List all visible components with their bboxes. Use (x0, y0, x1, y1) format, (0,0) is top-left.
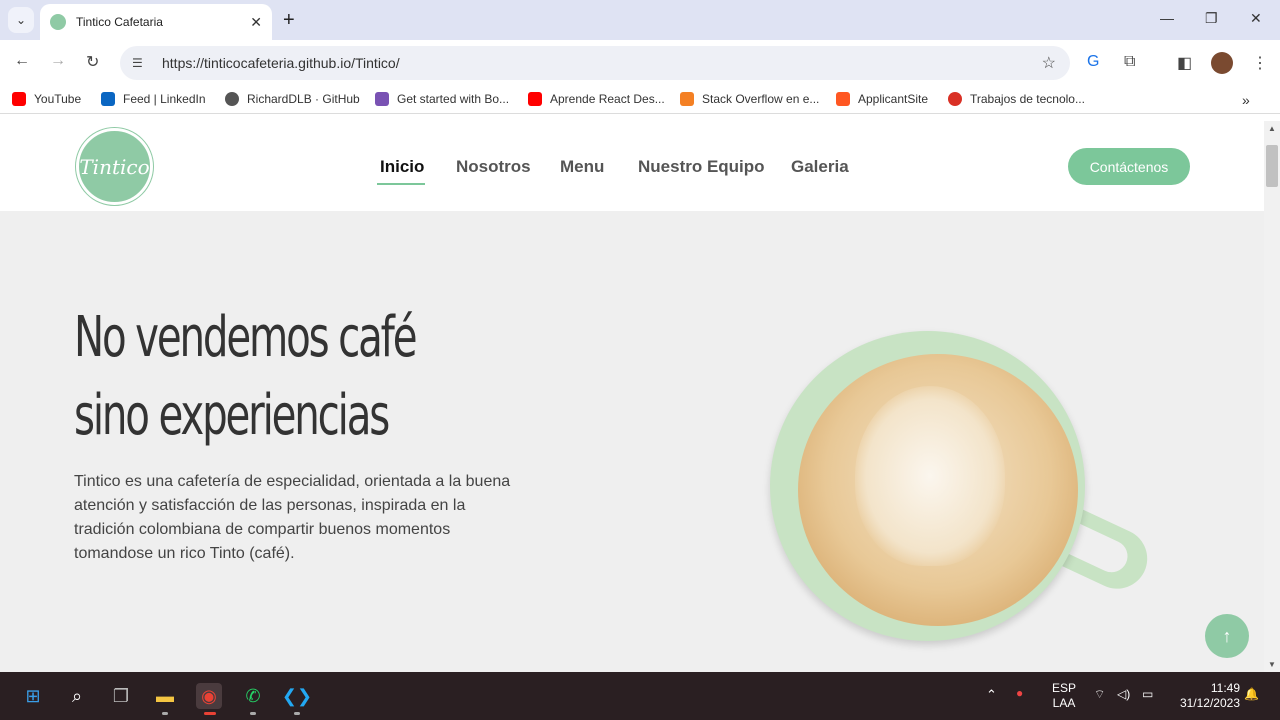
chevron-up-icon[interactable]: ⌃ (986, 687, 997, 702)
favicon-icon (50, 14, 66, 30)
applicantsite-icon (836, 92, 850, 106)
clock-time: 11:49 (1210, 681, 1240, 695)
bookmark-stackoverflow[interactable]: Stack Overflow en e... (680, 92, 819, 106)
github-icon (225, 92, 239, 106)
back-to-top-button[interactable]: ↑ (1205, 614, 1249, 658)
tab-strip: ⌄ Tintico Cafetaria ✕ + — ❐ ✕ (0, 0, 1280, 40)
translate-icon[interactable]: G (1087, 53, 1099, 71)
lang-layout: LAA (1052, 696, 1076, 710)
linkedin-icon (101, 92, 115, 106)
nav-menu[interactable]: Menu (560, 157, 604, 177)
battery-icon[interactable]: ▭ (1142, 687, 1153, 702)
more-bookmarks-icon[interactable]: » (1242, 92, 1250, 108)
bookmark-github[interactable]: RichardDLB · GitHub (225, 92, 360, 106)
task-view-icon[interactable]: ❐ (108, 683, 134, 709)
stackoverflow-icon (680, 92, 694, 106)
site-settings-icon[interactable]: ☰ (132, 56, 148, 70)
minimize-button[interactable]: — (1160, 10, 1174, 26)
bookmarks-bar: YouTube Feed | LinkedIn RichardDLB · Git… (0, 86, 1280, 114)
site-header: Tintico Inicio Nosotros Menu Nuestro Equ… (0, 121, 1264, 211)
hero-title-line-1: No vendemos café (74, 305, 418, 370)
restore-button[interactable]: ❐ (1205, 10, 1218, 27)
arrow-up-icon: ↑ (1222, 625, 1232, 646)
notification-bell-icon[interactable]: 🔔 (1244, 687, 1259, 702)
youtube-icon (528, 92, 542, 106)
forward-button[interactable]: → (50, 52, 66, 70)
logo-text: Tintico (79, 154, 150, 179)
side-panel-icon[interactable]: ◧ (1177, 53, 1192, 73)
whatsapp-icon[interactable]: ✆ (240, 683, 266, 709)
file-explorer-icon[interactable]: ▬ (152, 683, 178, 709)
site-logo[interactable]: Tintico (76, 128, 153, 205)
hero-title-line-2: sino experiencias (74, 383, 390, 448)
nav-galeria[interactable]: Galeria (791, 157, 849, 177)
hero-description: Tintico es una cafetería de especialidad… (74, 473, 511, 562)
active-indicator (204, 712, 216, 715)
reload-button[interactable]: ↻ (86, 52, 99, 72)
close-tab-icon[interactable]: ✕ (250, 14, 262, 31)
bookmark-youtube[interactable]: YouTube (12, 92, 81, 106)
browser-toolbar: ← → ↻ ☰ https://tinticocafeteria.github.… (0, 40, 1280, 86)
page-scrollbar[interactable]: ▲ ▼ (1264, 121, 1280, 672)
running-indicator (250, 712, 256, 715)
menu-icon[interactable]: ⋮ (1252, 53, 1268, 73)
bookmark-react[interactable]: Aprende React Des... (528, 92, 665, 106)
tab-search-button[interactable]: ⌄ (8, 7, 34, 33)
clock-date: 31/12/2023 (1179, 696, 1240, 710)
scroll-up-icon[interactable]: ▲ (1268, 124, 1276, 133)
back-button[interactable]: ← (14, 52, 30, 70)
close-window-button[interactable]: ✕ (1250, 10, 1262, 27)
profile-avatar[interactable] (1211, 52, 1233, 74)
taskbar: ⊞ ⌕ ❐ ▬ ◉ ✆ ❮❯ ⌃ ● ESP LAA ⌔ ◁) ▭ 11:49 … (0, 672, 1280, 720)
url-text: https://tinticocafeteria.github.io/Tinti… (162, 55, 400, 71)
hero-title: No vendemos café sino experiencias (74, 299, 506, 455)
bookmark-linkedin[interactable]: Feed | LinkedIn (101, 92, 206, 106)
bookmark-bootstrap[interactable]: Get started with Bo... (375, 92, 509, 106)
nav-inicio[interactable]: Inicio (380, 157, 424, 177)
bookmark-trabajos[interactable]: Trabajos de tecnolo... (948, 92, 1085, 106)
nav-active-indicator (377, 183, 425, 185)
nav-nuestro-equipo[interactable]: Nuestro Equipo (638, 157, 765, 177)
chrome-icon[interactable]: ◉ (196, 683, 222, 709)
browser-tab[interactable]: Tintico Cafetaria ✕ (40, 4, 272, 40)
bookmark-star-icon[interactable]: ☆ (1042, 53, 1056, 73)
volume-icon[interactable]: ◁) (1117, 687, 1130, 702)
lang-code: ESP (1051, 681, 1076, 695)
address-bar[interactable]: ☰ https://tinticocafeteria.github.io/Tin… (120, 46, 1070, 80)
trabajos-icon (948, 92, 962, 106)
coffee-cup-image (760, 326, 1160, 656)
extensions-icon[interactable]: ⧉ (1124, 53, 1135, 71)
clock[interactable]: 11:49 31/12/2023 (1172, 681, 1240, 711)
nav-nosotros[interactable]: Nosotros (456, 157, 531, 177)
vscode-icon[interactable]: ❮❯ (282, 683, 312, 709)
search-icon[interactable]: ⌕ (64, 683, 90, 709)
running-indicator (162, 712, 168, 715)
youtube-icon (12, 92, 26, 106)
new-tab-button[interactable]: + (283, 9, 295, 32)
page-viewport: Tintico Inicio Nosotros Menu Nuestro Equ… (0, 121, 1264, 672)
start-windows-icon[interactable]: ⊞ (20, 683, 46, 709)
antivirus-icon[interactable]: ● (1016, 686, 1023, 701)
language-indicator[interactable]: ESP LAA (1048, 681, 1080, 711)
contact-button[interactable]: Contáctenos (1068, 148, 1190, 185)
wifi-icon[interactable]: ⌔ (1094, 687, 1105, 702)
latte-art (855, 386, 1005, 566)
scroll-down-icon[interactable]: ▼ (1268, 660, 1276, 669)
running-indicator (294, 712, 300, 715)
chevron-down-icon: ⌄ (15, 13, 27, 27)
bookmark-applicantsite[interactable]: ApplicantSite (836, 92, 928, 106)
tab-title: Tintico Cafetaria (76, 15, 163, 29)
scrollbar-thumb[interactable] (1266, 145, 1278, 187)
bootstrap-icon (375, 92, 389, 106)
